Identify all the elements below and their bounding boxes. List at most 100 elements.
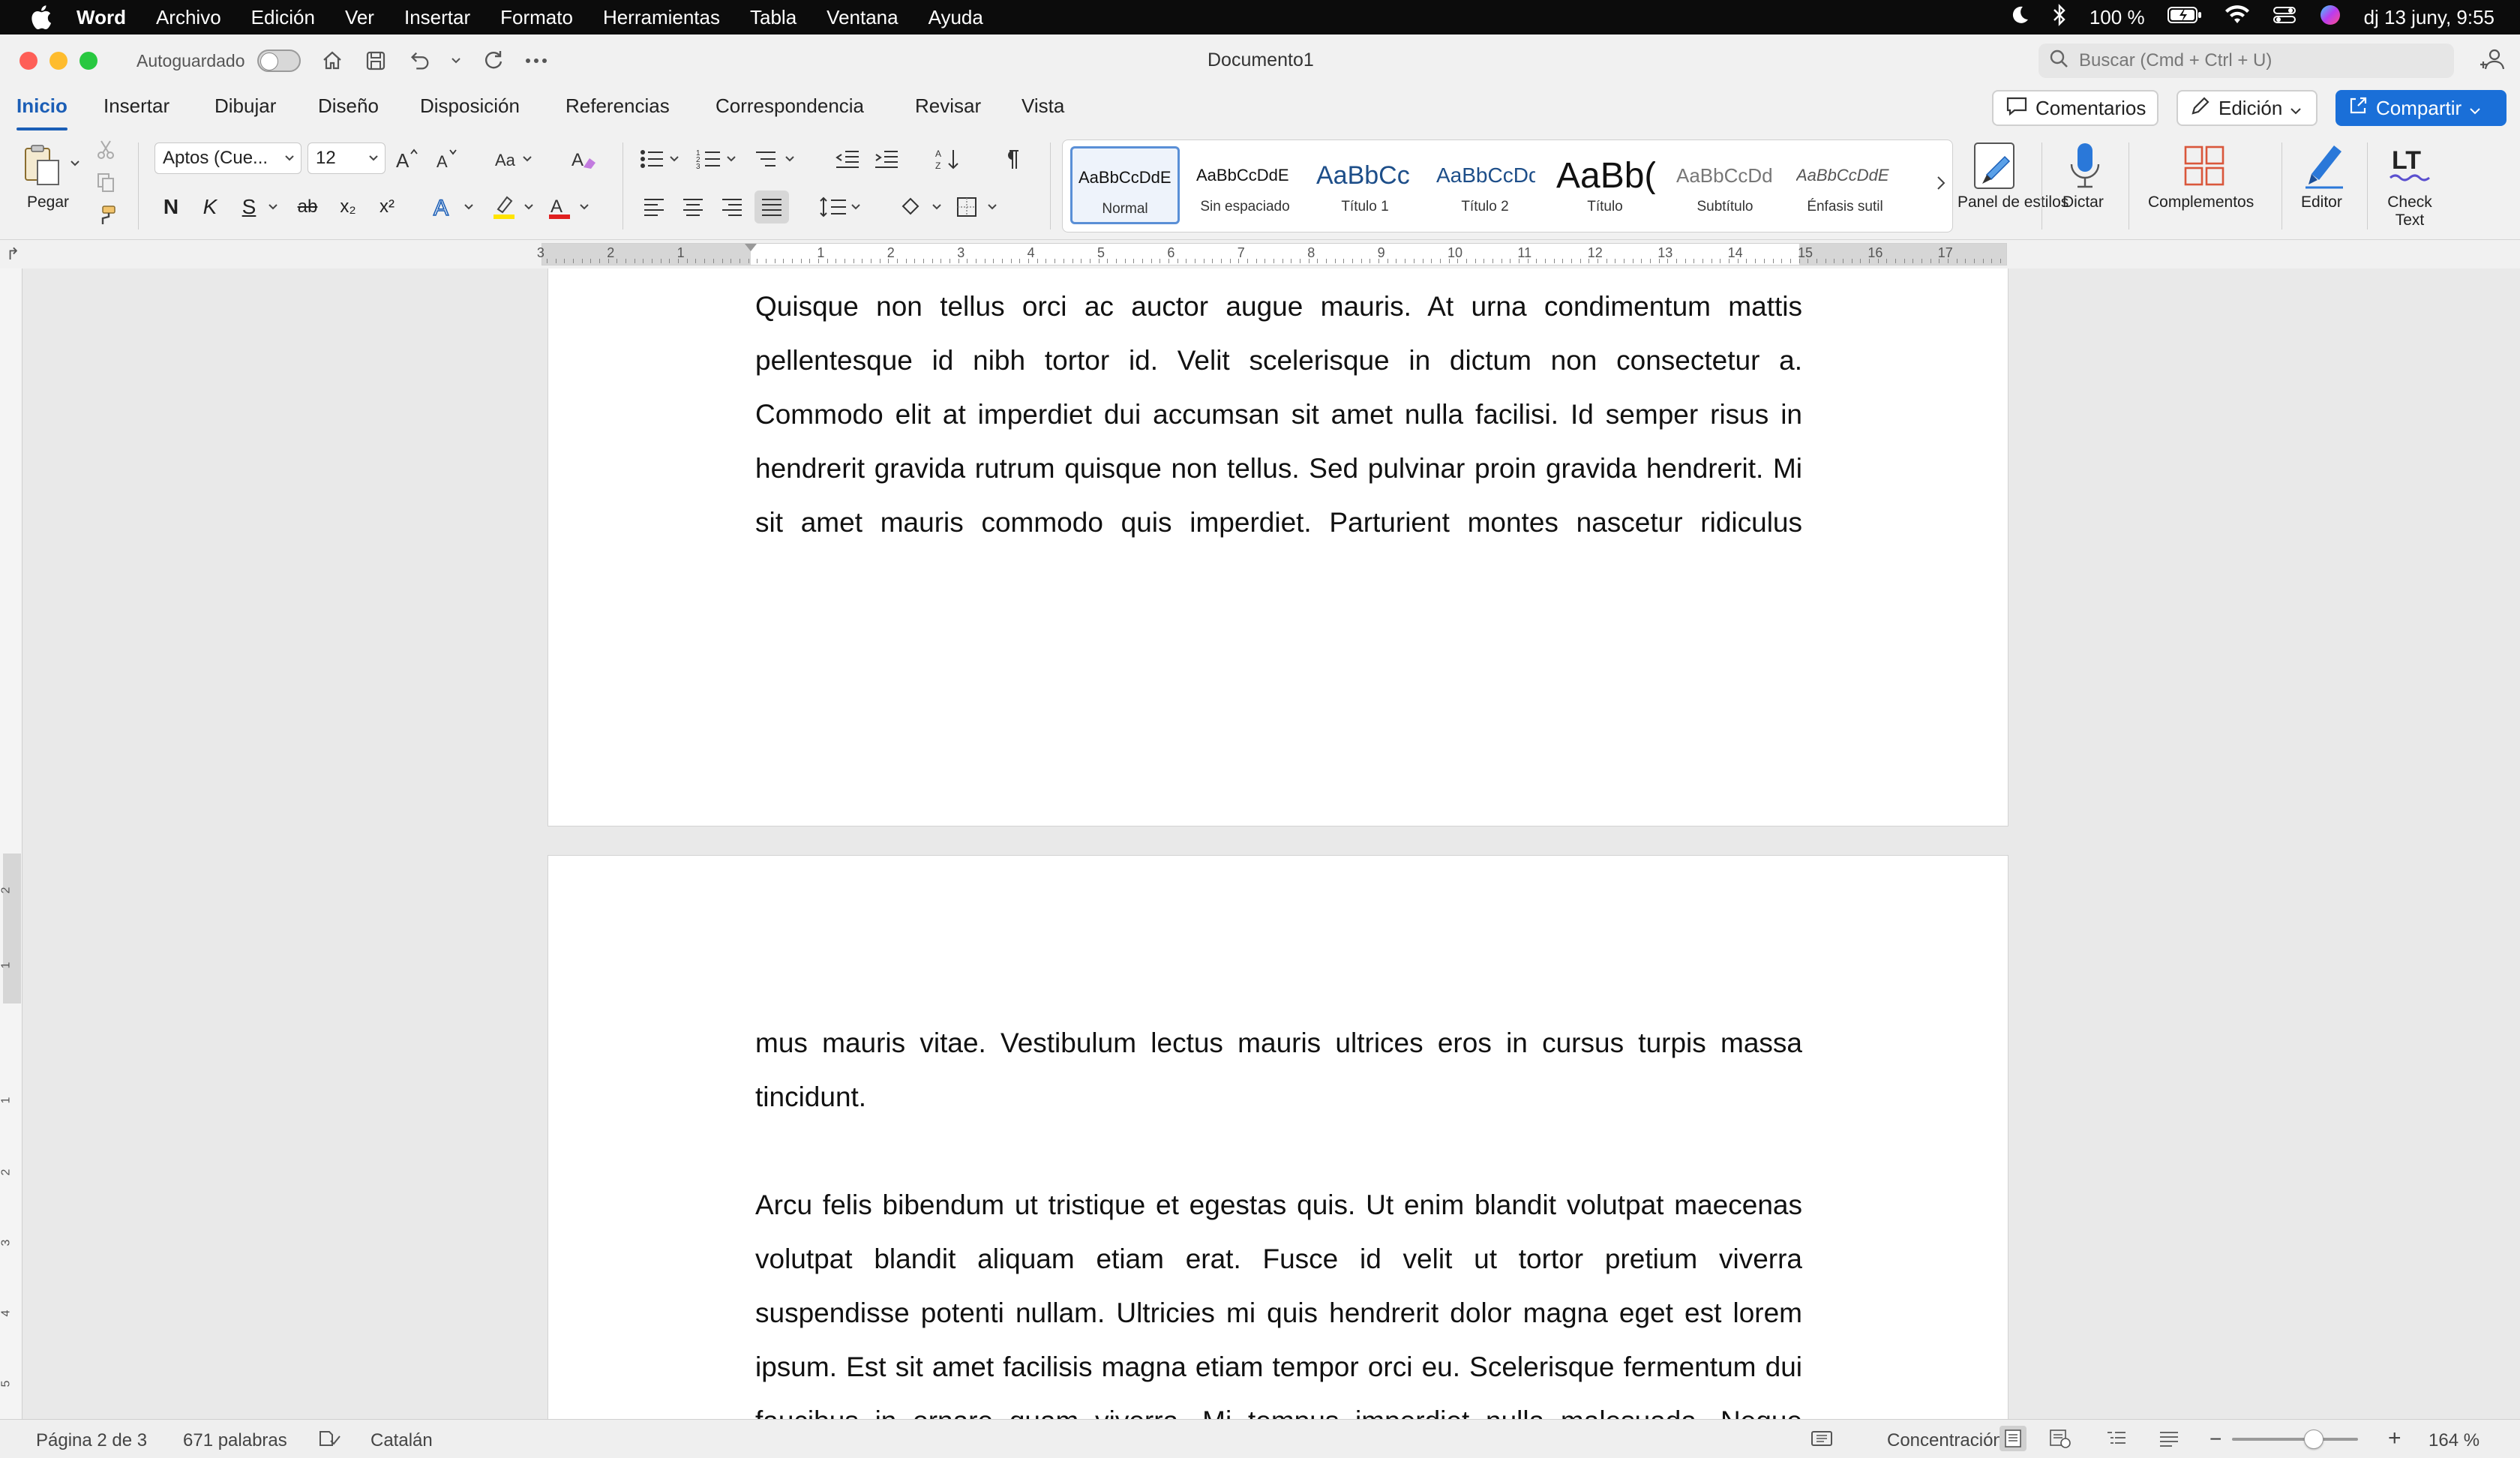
shading-icon[interactable] <box>900 192 948 222</box>
cut-icon[interactable] <box>94 138 117 160</box>
tab-stop-selector-icon[interactable]: ↱ <box>6 244 20 264</box>
document-canvas[interactable]: Quisque non tellus orci ac auctor augue … <box>22 268 2520 1419</box>
numbering-icon[interactable]: 123 <box>696 144 741 174</box>
line-spacing-icon[interactable] <box>819 192 867 222</box>
tab-inicio[interactable]: Inicio <box>16 94 68 130</box>
editor-pen-icon[interactable] <box>2298 140 2350 192</box>
format-painter-icon[interactable] <box>94 204 117 226</box>
control-center-icon[interactable] <box>2272 5 2296 30</box>
tab-insertar[interactable]: Insertar <box>104 94 170 118</box>
style-title[interactable]: AaBb( Título <box>1550 146 1660 224</box>
style-subtitle[interactable]: AaBbCcDd Subtítulo <box>1670 146 1780 224</box>
microphone-icon[interactable] <box>2062 140 2108 192</box>
wifi-icon[interactable] <box>2224 4 2250 30</box>
save-icon[interactable] <box>364 49 388 73</box>
menu-insertar[interactable]: Insertar <box>404 6 470 29</box>
style-no-spacing[interactable]: AaBbCcDdE Sin espaciado <box>1190 146 1300 224</box>
multilevel-list-icon[interactable] <box>754 144 800 174</box>
share-button[interactable]: Compartir <box>2336 90 2506 126</box>
indent-marker[interactable] <box>745 244 757 251</box>
paste-icon[interactable] <box>20 142 64 188</box>
maximize-window-button[interactable] <box>80 52 98 70</box>
menu-herramientas[interactable]: Herramientas <box>603 6 720 29</box>
home-icon[interactable] <box>320 49 344 73</box>
style-heading-2[interactable]: AaBbCcDd Título 2 <box>1430 146 1540 224</box>
style-normal[interactable]: AaBbCcDdE Normal <box>1070 146 1180 224</box>
menu-ventana[interactable]: Ventana <box>826 6 898 29</box>
word-count[interactable]: 671 palabras <box>183 1430 287 1451</box>
clock-datetime[interactable]: dj 13 juny, 9:55 <box>2364 6 2494 29</box>
menu-tabla[interactable]: Tabla <box>750 6 796 29</box>
menu-formato[interactable]: Formato <box>500 6 573 29</box>
focus-mode-label[interactable]: Concentración <box>1887 1430 2003 1451</box>
minimize-window-button[interactable] <box>50 52 68 70</box>
bold-button[interactable]: N <box>158 192 184 222</box>
superscript-button[interactable]: x² <box>374 192 400 222</box>
strikethrough-button[interactable]: ab <box>294 192 321 222</box>
bluetooth-icon[interactable] <box>2052 3 2067 32</box>
siri-icon[interactable] <box>2319 4 2342 32</box>
increase-indent-icon[interactable] <box>873 144 900 174</box>
check-text-icon[interactable]: LT <box>2385 140 2434 192</box>
autosave-toggle[interactable] <box>256 50 301 72</box>
zoom-slider-thumb[interactable] <box>2304 1430 2324 1449</box>
web-layout-icon[interactable] <box>2049 1429 2072 1454</box>
underline-dropdown-icon[interactable] <box>266 192 280 222</box>
font-name-select[interactable]: Aptos (Cue... <box>154 142 302 174</box>
language-indicator[interactable]: Catalán <box>370 1430 433 1451</box>
zoom-slider[interactable] <box>2232 1438 2358 1441</box>
font-size-select[interactable]: 12 <box>308 142 386 174</box>
align-left-icon[interactable] <box>640 192 668 222</box>
tab-disposicion[interactable]: Disposición <box>420 94 520 118</box>
battery-icon[interactable] <box>2167 6 2202 29</box>
paste-dropdown-icon[interactable] <box>69 158 81 170</box>
tab-correspondencia[interactable]: Correspondencia <box>716 94 864 118</box>
search-box[interactable]: Buscar (Cmd + Ctrl + U) <box>2038 44 2454 78</box>
paragraph[interactable]: mus mauris vitae. Vestibulum lectus maur… <box>755 1016 1802 1124</box>
proofing-icon[interactable] <box>318 1429 340 1454</box>
paragraph[interactable]: Arcu felis bibendum ut tristique et eges… <box>755 1178 1802 1419</box>
menu-edicion[interactable]: Edición <box>251 6 315 29</box>
text-effects-icon[interactable]: A <box>432 192 478 222</box>
borders-icon[interactable] <box>956 192 1004 222</box>
vertical-ruler[interactable]: 2 1 1 2 3 4 5 <box>0 268 22 1419</box>
italic-button[interactable]: K <box>196 192 224 222</box>
menu-ver[interactable]: Ver <box>345 6 374 29</box>
more-options-icon[interactable] <box>524 49 548 73</box>
align-center-icon[interactable] <box>680 192 706 222</box>
draft-view-icon[interactable] <box>2158 1429 2180 1454</box>
grow-font-icon[interactable]: A <box>393 144 420 174</box>
decrease-indent-icon[interactable] <box>834 144 861 174</box>
font-color-icon[interactable]: A <box>548 192 594 222</box>
subscript-button[interactable]: x₂ <box>334 192 362 222</box>
style-heading-1[interactable]: AaBbCc Título 1 <box>1310 146 1420 224</box>
change-case-icon[interactable]: Aa <box>494 144 532 174</box>
align-right-icon[interactable] <box>718 192 746 222</box>
tab-revisar[interactable]: Revisar <box>915 94 981 118</box>
underline-button[interactable]: S <box>236 192 262 222</box>
copy-icon[interactable] <box>94 171 117 194</box>
zoom-out-button[interactable]: − <box>2210 1427 2222 1451</box>
tab-diseno[interactable]: Diseño <box>318 94 379 118</box>
page-count[interactable]: Página 2 de 3 <box>36 1430 147 1451</box>
undo-icon[interactable] <box>407 49 431 73</box>
tab-referencias[interactable]: Referencias <box>566 94 670 118</box>
document-page-1[interactable]: Quisque non tellus orci ac auctor augue … <box>548 268 2008 826</box>
bullets-icon[interactable] <box>639 144 684 174</box>
paragraph[interactable]: Quisque non tellus orci ac auctor augue … <box>755 280 1802 550</box>
focus-mode-icon[interactable] <box>1810 1429 1833 1454</box>
tab-vista[interactable]: Vista <box>1022 94 1064 118</box>
share-people-icon[interactable] <box>2478 46 2505 74</box>
style-subtle-emphasis[interactable]: AaBbCcDdE Énfasis sutil <box>1790 146 1900 224</box>
chevron-right-icon[interactable] <box>1936 175 1946 195</box>
menu-ayuda[interactable]: Ayuda <box>928 6 983 29</box>
add-ins-icon[interactable] <box>2178 140 2230 192</box>
undo-dropdown-icon[interactable] <box>451 49 461 73</box>
comments-button[interactable]: Comentarios <box>1992 90 2158 126</box>
apple-menu-icon[interactable] <box>28 4 54 30</box>
highlight-color-icon[interactable] <box>492 192 538 222</box>
zoom-level[interactable]: 164 % <box>2428 1430 2480 1451</box>
clear-formatting-icon[interactable]: A <box>570 144 597 174</box>
sort-icon[interactable]: AZ <box>934 144 962 174</box>
print-layout-icon[interactable] <box>2000 1426 2026 1451</box>
